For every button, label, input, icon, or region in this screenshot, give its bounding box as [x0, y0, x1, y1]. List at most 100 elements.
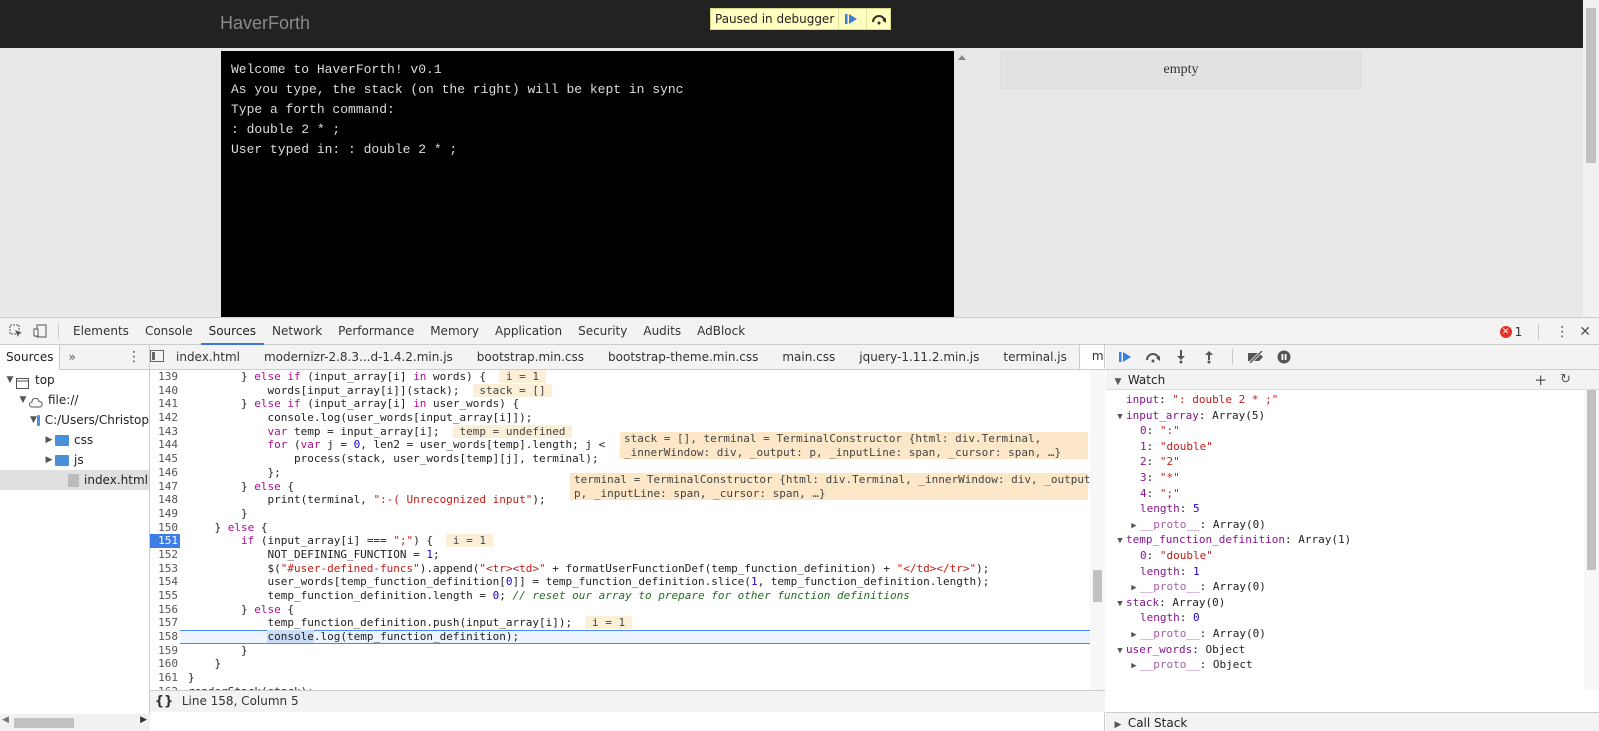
navigator-hscroll-thumb[interactable]	[14, 718, 74, 728]
watch-row: length: 0	[1106, 610, 1599, 626]
tree-item-c-users-christop[interactable]: ▼ C:/Users/Christop	[0, 410, 149, 430]
devtools-panel: Elements Console Sources Network Perform…	[0, 317, 1599, 731]
editor-tab-bootstrap-min-css[interactable]: bootstrap.min.css	[465, 345, 596, 369]
refresh-watch-icon[interactable]: ↻	[1560, 370, 1571, 390]
expanded-arrow-icon[interactable]: ▼	[17, 390, 29, 410]
tab-console[interactable]: Console	[137, 318, 201, 345]
watch-key: input	[1126, 393, 1160, 406]
navigator-menu-icon[interactable]: ⋮	[127, 349, 141, 365]
expanded-arrow-icon[interactable]: ▼	[1114, 534, 1126, 550]
sidebar-scrollbar[interactable]	[1584, 390, 1599, 690]
watch-row[interactable]: ▶ __proto__: Array(0)	[1106, 579, 1599, 595]
tree-item-file[interactable]: ▼ file://	[0, 390, 149, 410]
page-scrollbar-thumb[interactable]	[1586, 8, 1596, 163]
step-into-icon[interactable]	[1170, 346, 1192, 368]
tab-application[interactable]: Application	[487, 318, 570, 345]
device-toolbar-icon[interactable]	[28, 319, 52, 343]
expanded-arrow-icon[interactable]: ▼	[4, 370, 16, 390]
resume-icon[interactable]	[838, 9, 862, 29]
scroll-right-arrow-icon[interactable]: ▶	[140, 715, 147, 725]
watch-value: "double"	[1159, 548, 1213, 562]
watch-key: temp_function_definition	[1126, 533, 1285, 547]
resume-icon[interactable]	[1114, 346, 1136, 368]
tab-security[interactable]: Security	[570, 318, 635, 345]
watch-separator: :	[1198, 408, 1213, 422]
editor-scrollbar-thumb[interactable]	[1093, 570, 1102, 602]
toolbar-divider	[1538, 323, 1540, 340]
watch-value: "double"	[1159, 439, 1213, 453]
tab-audits[interactable]: Audits	[635, 318, 689, 345]
tab-elements[interactable]: Elements	[65, 318, 137, 345]
watch-row: input: ": double 2 * ;"	[1106, 392, 1599, 408]
more-options-icon[interactable]: ⋮	[1555, 324, 1569, 340]
tree-item-index-html[interactable]: index.html	[0, 470, 149, 490]
code-view[interactable]: 139 } else if (input_array[i] in words) …	[150, 370, 1090, 690]
watch-row[interactable]: ▼ user_words: Object	[1106, 642, 1599, 658]
collapsed-arrow-icon[interactable]: ▶	[43, 450, 55, 470]
watch-key: stack	[1126, 595, 1160, 609]
editor-status-bar: {} Line 158, Column 5	[150, 690, 1105, 712]
step-out-icon[interactable]	[1198, 346, 1220, 368]
add-watch-icon[interactable]: +	[1534, 370, 1547, 390]
watch-expressions: input: ": double 2 * ;" ▼ input_array: Arr…	[1106, 390, 1599, 673]
deactivate-breakpoints-icon[interactable]	[1245, 346, 1267, 368]
error-counter[interactable]: ✕ 1	[1499, 325, 1522, 339]
collapsed-arrow-icon[interactable]: ▶	[1128, 659, 1140, 675]
terminal[interactable]: Welcome to HaverForth! v0.1 As you type,…	[221, 51, 954, 317]
expanded-arrow-icon[interactable]: ▼	[1114, 644, 1126, 660]
more-tabs-icon[interactable]: »	[68, 350, 75, 364]
tab-sources[interactable]: Sources	[200, 318, 265, 345]
expanded-arrow-icon[interactable]: ▼	[30, 410, 37, 430]
paused-label: Paused in debugger	[715, 12, 835, 26]
editor-tab-main-js[interactable]: main.js ✕	[1078, 345, 1104, 369]
breakpoint-marker[interactable]: 151	[150, 534, 180, 548]
editor-tab-main-css[interactable]: main.css	[770, 345, 847, 369]
tree-item-label: file://	[48, 393, 79, 407]
code-line: 152 NOT_DEFINING_FUNCTION = 1;	[158, 547, 440, 561]
toggle-navigator-icon[interactable]	[150, 349, 164, 365]
watch-separator: :	[1146, 424, 1160, 438]
folder-icon	[36, 414, 40, 426]
watch-row[interactable]: ▶ __proto__: Array(0)	[1106, 626, 1599, 642]
pretty-print-icon[interactable]: {}	[150, 691, 178, 712]
inspect-element-icon[interactable]	[4, 319, 28, 343]
watch-row[interactable]: ▼ temp_function_definition: Array(1)	[1106, 532, 1599, 548]
expanded-arrow-icon[interactable]: ▼	[1114, 410, 1126, 426]
watch-row[interactable]: ▶ __proto__: Object	[1106, 657, 1599, 673]
tree-item-js[interactable]: ▶ js	[0, 450, 149, 470]
tab-performance[interactable]: Performance	[330, 318, 422, 345]
tree-item-css[interactable]: ▶ css	[0, 430, 149, 450]
editor-tab-index-html[interactable]: index.html	[164, 345, 252, 369]
step-over-icon[interactable]	[1142, 346, 1164, 368]
watch-row[interactable]: ▼ stack: Array(0)	[1106, 595, 1599, 611]
toolbar-divider	[1232, 349, 1233, 365]
call-stack-section-header[interactable]: ▶ Call Stack	[1106, 712, 1599, 731]
editor-tab-modernizr[interactable]: modernizr-2.8.3...d-1.4.2.min.js	[252, 345, 465, 369]
tab-adblock[interactable]: AdBlock	[689, 318, 753, 345]
editor-tab-jquery[interactable]: jquery-1.11.2.min.js	[847, 345, 991, 369]
navigator-tab-sources[interactable]: Sources	[0, 344, 61, 370]
tab-memory[interactable]: Memory	[422, 318, 487, 345]
tab-network[interactable]: Network	[264, 318, 330, 345]
collapsed-arrow-icon[interactable]: ▶	[43, 430, 55, 450]
expanded-arrow-icon[interactable]: ▼	[1114, 597, 1126, 613]
watch-row[interactable]: ▶ __proto__: Array(0)	[1106, 517, 1599, 533]
close-devtools-icon[interactable]: ✕	[1579, 324, 1591, 340]
brand-title[interactable]: HaverForth	[220, 13, 310, 34]
frame-icon	[16, 375, 30, 389]
sidebar-scrollbar-thumb[interactable]	[1587, 390, 1596, 570]
watch-section-header[interactable]: ▼ Watch + ↻	[1106, 370, 1599, 390]
pause-on-exceptions-icon[interactable]	[1273, 346, 1295, 368]
editor-tab-terminal-js[interactable]: terminal.js	[991, 345, 1079, 369]
page-scrollbar[interactable]	[1583, 0, 1599, 317]
watch-row[interactable]: ▼ input_array: Array(5)	[1106, 408, 1599, 424]
scroll-left-arrow-icon[interactable]: ◀	[2, 715, 9, 725]
navigator-hscrollbar[interactable]: ◀ ▶	[0, 714, 150, 731]
step-over-icon[interactable]	[866, 9, 890, 29]
terminal-scrollbar[interactable]	[954, 51, 970, 317]
editor-scrollbar[interactable]	[1090, 370, 1105, 690]
watch-value: Array(0)	[1172, 595, 1226, 609]
editor-tab-bootstrap-theme[interactable]: bootstrap-theme.min.css	[596, 345, 770, 369]
tree-item-top[interactable]: ▼ top	[0, 370, 149, 390]
toolbar-divider	[58, 323, 59, 339]
